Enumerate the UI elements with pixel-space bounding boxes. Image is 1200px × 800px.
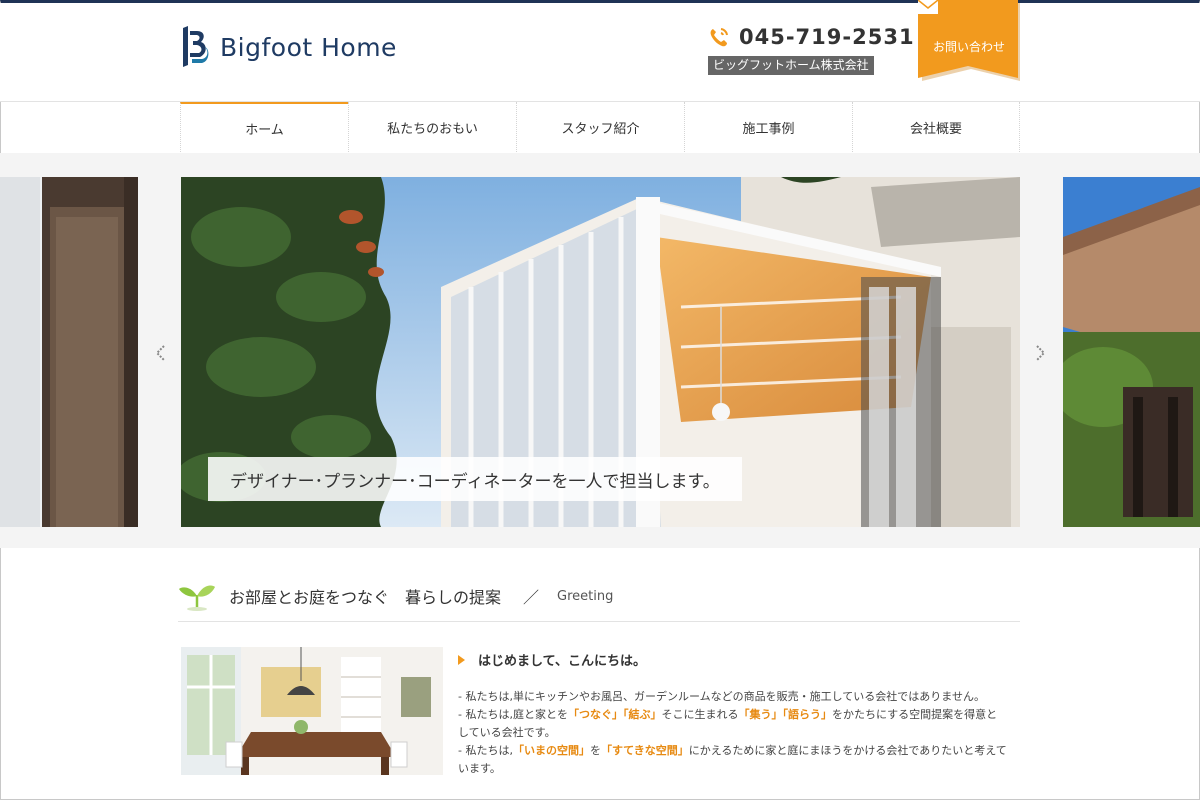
previous-slide-image	[0, 177, 138, 527]
slide-caption: デザイナー･プランナー･コーディネーターを一人で担当します。	[208, 457, 742, 501]
greeting-slash: ／	[523, 587, 540, 607]
text-segment: - 私たちは,庭と家とを	[458, 708, 568, 721]
slider-next-arrow-icon[interactable]	[1033, 344, 1047, 362]
nav-item-works[interactable]: 施工事例	[684, 102, 852, 152]
highlight-text: 「つなぐ」「結ぶ」	[567, 708, 662, 721]
text-segment: そこに生まれる	[661, 708, 739, 721]
phone-block[interactable]: 045-719-2531	[708, 25, 915, 49]
greeting-line-4: - 私たちは,「いまの空間」を「すてきな空間」にかえるために家と庭にまほうをかけ…	[458, 742, 1024, 760]
contact-label: お問い合わせ	[932, 40, 1005, 54]
text-segment: - 私たちは,	[458, 744, 513, 757]
site-header: Bigfoot Home 045-719-2531 ビッグフットホーム株式会社 …	[0, 0, 1200, 102]
highlight-text: 「集う」「語らう」	[738, 708, 832, 721]
nav-item-home[interactable]: ホーム	[180, 102, 348, 152]
sprout-icon	[179, 585, 215, 611]
nav-item-company[interactable]: 会社概要	[852, 102, 1020, 152]
greeting-line-2: - 私たちは,庭と家とを「つなぐ」「結ぶ」そこに生まれる「集う」「語らう」をかた…	[458, 706, 1024, 724]
greeting-line-3: している会社です。	[458, 726, 556, 739]
contact-button[interactable]: お問い合わせ	[918, 0, 1020, 84]
greeting-header: お部屋とお庭をつなぐ 暮らしの提案 ／ Greeting	[178, 578, 1020, 622]
nav-item-staff[interactable]: スタッフ紹介	[516, 102, 684, 152]
text-segment: を	[589, 744, 601, 757]
logo-text: Bigfoot Home	[220, 32, 397, 62]
phone-number[interactable]: 045-719-2531	[739, 25, 915, 49]
site-logo[interactable]: Bigfoot Home	[180, 25, 397, 69]
greeting-line-1: - 私たちは,単にキッチンやお風呂、ガーデンルームなどの商品を販売・施工している…	[458, 690, 985, 703]
greeting-heading-text: はじめまして、こんにちは。	[478, 654, 646, 669]
greeting-photo	[181, 647, 443, 775]
global-nav: ホーム 私たちのおもい スタッフ紹介 施工事例 会社概要	[180, 102, 1020, 152]
highlight-text: 「すてきな空間」	[600, 744, 689, 757]
greeting-title: お部屋とお庭をつなぐ 暮らしの提案	[229, 587, 502, 607]
triangle-bullet-icon	[458, 654, 465, 665]
greeting-body: はじめまして、こんにちは。 - 私たちは,単にキッチンやお風呂、ガーデンルームな…	[458, 650, 1024, 778]
text-segment: をかたちにする空間提案を得意と	[831, 708, 998, 721]
greeting-text: - 私たちは,単にキッチンやお風呂、ガーデンルームなどの商品を販売・施工している…	[458, 688, 1024, 778]
greeting-line-5: います。	[458, 762, 501, 775]
phone-icon	[710, 28, 728, 47]
mail-icon	[918, 0, 938, 14]
bigfoot-logo-icon	[183, 26, 209, 67]
slider-prev-arrow-icon[interactable]	[154, 344, 168, 362]
next-slide-image	[1063, 177, 1200, 527]
highlight-text: 「いまの空間」	[512, 744, 590, 757]
greeting-title-en: Greeting	[557, 589, 614, 604]
company-name-badge: ビッグフットホーム株式会社	[708, 56, 874, 75]
text-segment: にかえるために家と庭にまほうをかける会社でありたいと考えて	[688, 744, 1007, 757]
nav-item-philosophy[interactable]: 私たちのおもい	[348, 102, 516, 152]
greeting-heading: はじめまして、こんにちは。	[458, 650, 1024, 669]
